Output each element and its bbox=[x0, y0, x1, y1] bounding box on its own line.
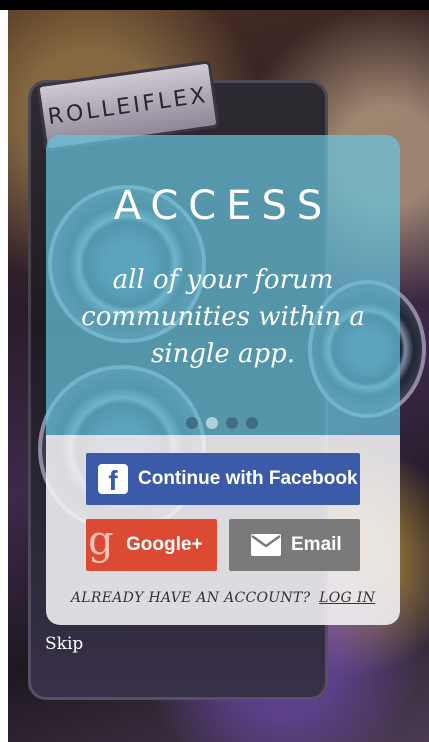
page-indicator[interactable] bbox=[186, 417, 258, 429]
skip-link[interactable]: Skip bbox=[45, 634, 83, 654]
envelope-icon bbox=[251, 534, 281, 556]
email-login-button[interactable]: Email bbox=[229, 519, 360, 571]
page-dot-2[interactable] bbox=[206, 417, 218, 429]
login-prompt: ALREADY HAVE AN ACCOUNT? LOG IN bbox=[46, 590, 400, 606]
login-link[interactable]: LOG IN bbox=[319, 590, 375, 606]
google-login-button[interactable]: g Google+ bbox=[86, 519, 217, 571]
slide-title: ACCESS bbox=[113, 183, 333, 229]
page-dot-4[interactable] bbox=[246, 417, 258, 429]
page-dot-3[interactable] bbox=[226, 417, 238, 429]
google-icon: g bbox=[88, 519, 114, 564]
slide-tagline: all of your forum communities within a s… bbox=[81, 265, 365, 369]
google-button-label: Google+ bbox=[126, 534, 203, 555]
email-button-label: Email bbox=[291, 534, 342, 555]
facebook-icon: f bbox=[98, 464, 128, 494]
facebook-login-button[interactable]: f Continue with Facebook bbox=[86, 453, 360, 505]
facebook-button-label: Continue with Facebook bbox=[138, 468, 358, 489]
status-bar bbox=[0, 0, 429, 10]
have-account-text: ALREADY HAVE AN ACCOUNT? bbox=[70, 590, 311, 606]
page-dot-1[interactable] bbox=[186, 417, 198, 429]
